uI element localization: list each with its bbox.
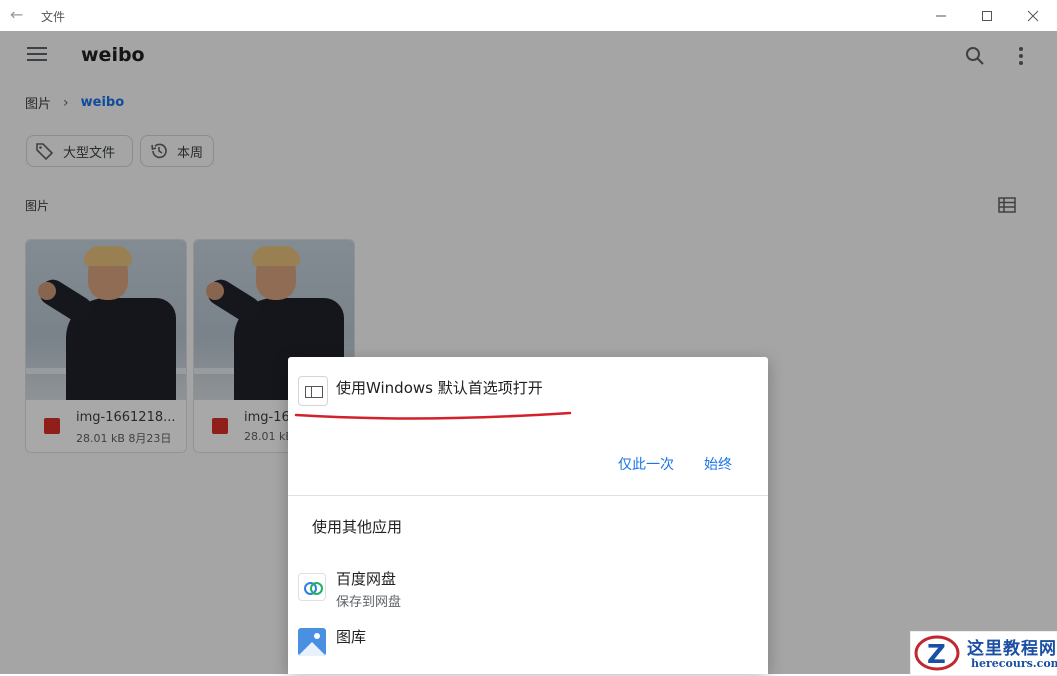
window-titlebar: ← 文件: [0, 0, 1057, 32]
close-button[interactable]: [1010, 0, 1056, 31]
watermark-en-text: herecours.com: [971, 657, 1057, 670]
app-option-baidu-netdisk[interactable]: 百度网盘 保存到网盘: [288, 567, 768, 613]
app-name: 图库: [336, 628, 367, 646]
maximize-button[interactable]: [964, 0, 1010, 31]
site-watermark: Z 这里教程网 herecours.com: [910, 631, 1057, 676]
baidu-netdisk-icon: [298, 573, 326, 601]
open-with-dialog: 使用Windows 默认首选项打开 仅此一次 始终 使用其他应用 百度网盘 保存…: [288, 357, 768, 674]
other-apps-heading: 使用其他应用: [312, 518, 403, 536]
app-subtitle: 保存到网盘: [336, 595, 402, 610]
window-title: 文件: [41, 10, 66, 24]
back-arrow-icon[interactable]: ←: [10, 6, 28, 24]
maximize-icon: [982, 10, 992, 21]
minimize-button[interactable]: [918, 0, 964, 31]
app-name: 百度网盘: [336, 570, 397, 588]
just-once-button[interactable]: 仅此一次: [618, 454, 674, 474]
windows-app-icon: [298, 376, 328, 406]
red-underline-annotation: [294, 411, 572, 420]
watermark-logo-icon: Z: [914, 635, 960, 671]
app-option-gallery[interactable]: 图库: [288, 625, 768, 671]
divider: [288, 495, 768, 496]
minimize-icon: [936, 15, 946, 16]
gallery-icon: [298, 628, 326, 656]
default-app-title: 使用Windows 默认首选项打开: [336, 379, 543, 397]
svg-text:Z: Z: [927, 640, 946, 670]
watermark-cn-text: 这里教程网: [967, 639, 1057, 659]
default-app-header: 使用Windows 默认首选项打开: [288, 357, 768, 427]
always-button[interactable]: 始终: [704, 454, 732, 474]
close-icon: [1027, 10, 1039, 21]
